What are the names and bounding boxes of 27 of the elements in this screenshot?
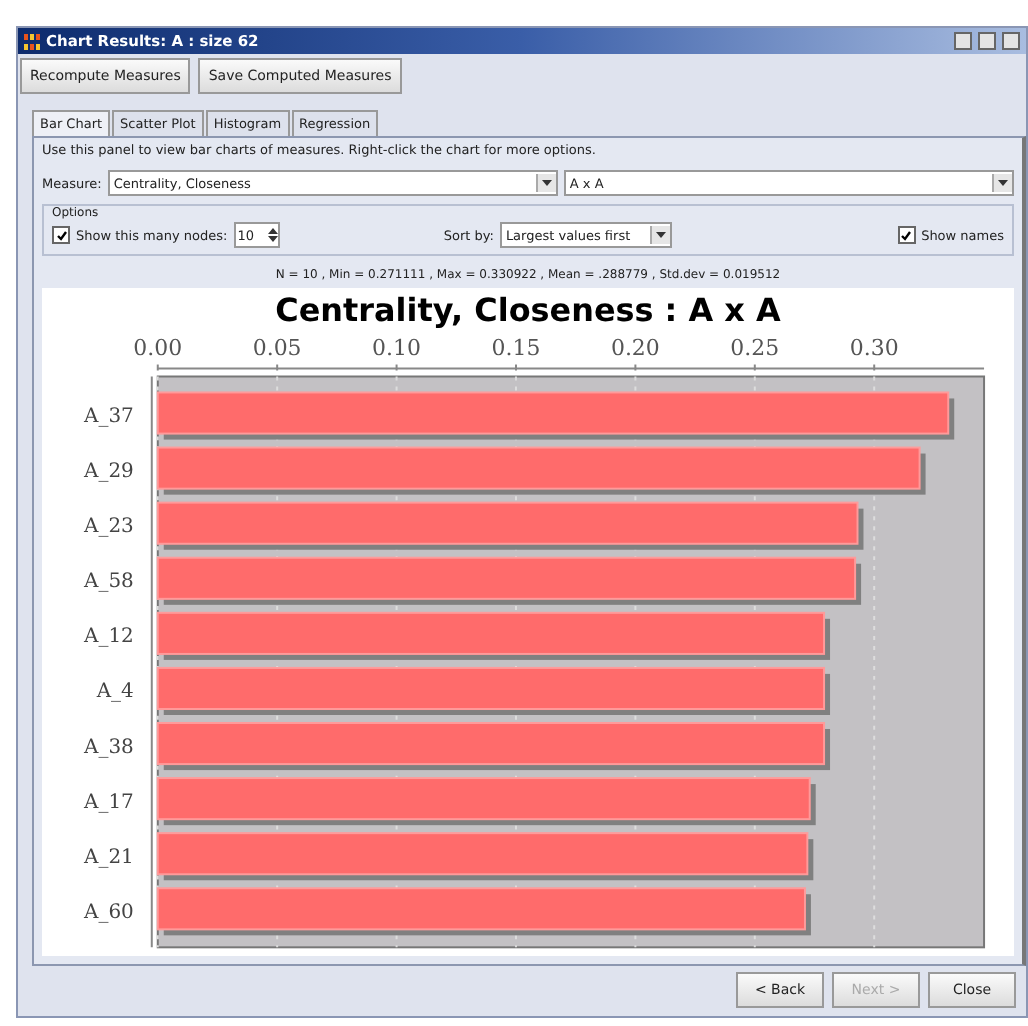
bar-label: A_37 <box>84 406 134 428</box>
minimize-button[interactable] <box>954 32 972 50</box>
dropdown-caret-icon[interactable] <box>655 232 666 238</box>
bar-label: A_12 <box>84 626 134 649</box>
bar-label: A_29 <box>84 461 134 484</box>
checkbox[interactable] <box>52 226 70 244</box>
bar-label: A_38 <box>84 736 134 759</box>
bar-label: A_21 <box>84 846 134 869</box>
dropdown-caret-icon[interactable] <box>998 180 1009 186</box>
dropdown-caret-icon[interactable] <box>541 180 552 186</box>
close-button[interactable] <box>1002 32 1020 50</box>
bar-label: A_58 <box>84 571 134 594</box>
bar-label: A_4 <box>96 681 134 704</box>
axis-tick-label: 0.00 <box>133 334 183 361</box>
axis-tick-label: 0.05 <box>252 334 302 361</box>
axis-tick-label: 0.15 <box>491 334 541 361</box>
app-icon <box>24 33 40 49</box>
chart-title: Centrality, Closeness : A x A <box>275 290 781 329</box>
axis-tick-label: 0.25 <box>730 334 780 361</box>
bar-label: A_60 <box>84 901 134 924</box>
axis-tick-label: 0.20 <box>610 334 660 361</box>
checkbox[interactable] <box>897 226 916 244</box>
bar-label: A_17 <box>84 791 134 814</box>
maximize-button[interactable] <box>978 32 996 50</box>
axis-tick-label: 0.10 <box>372 334 421 361</box>
axis-tick-label: 0.30 <box>849 334 899 361</box>
bar-label: A_23 <box>84 516 134 539</box>
